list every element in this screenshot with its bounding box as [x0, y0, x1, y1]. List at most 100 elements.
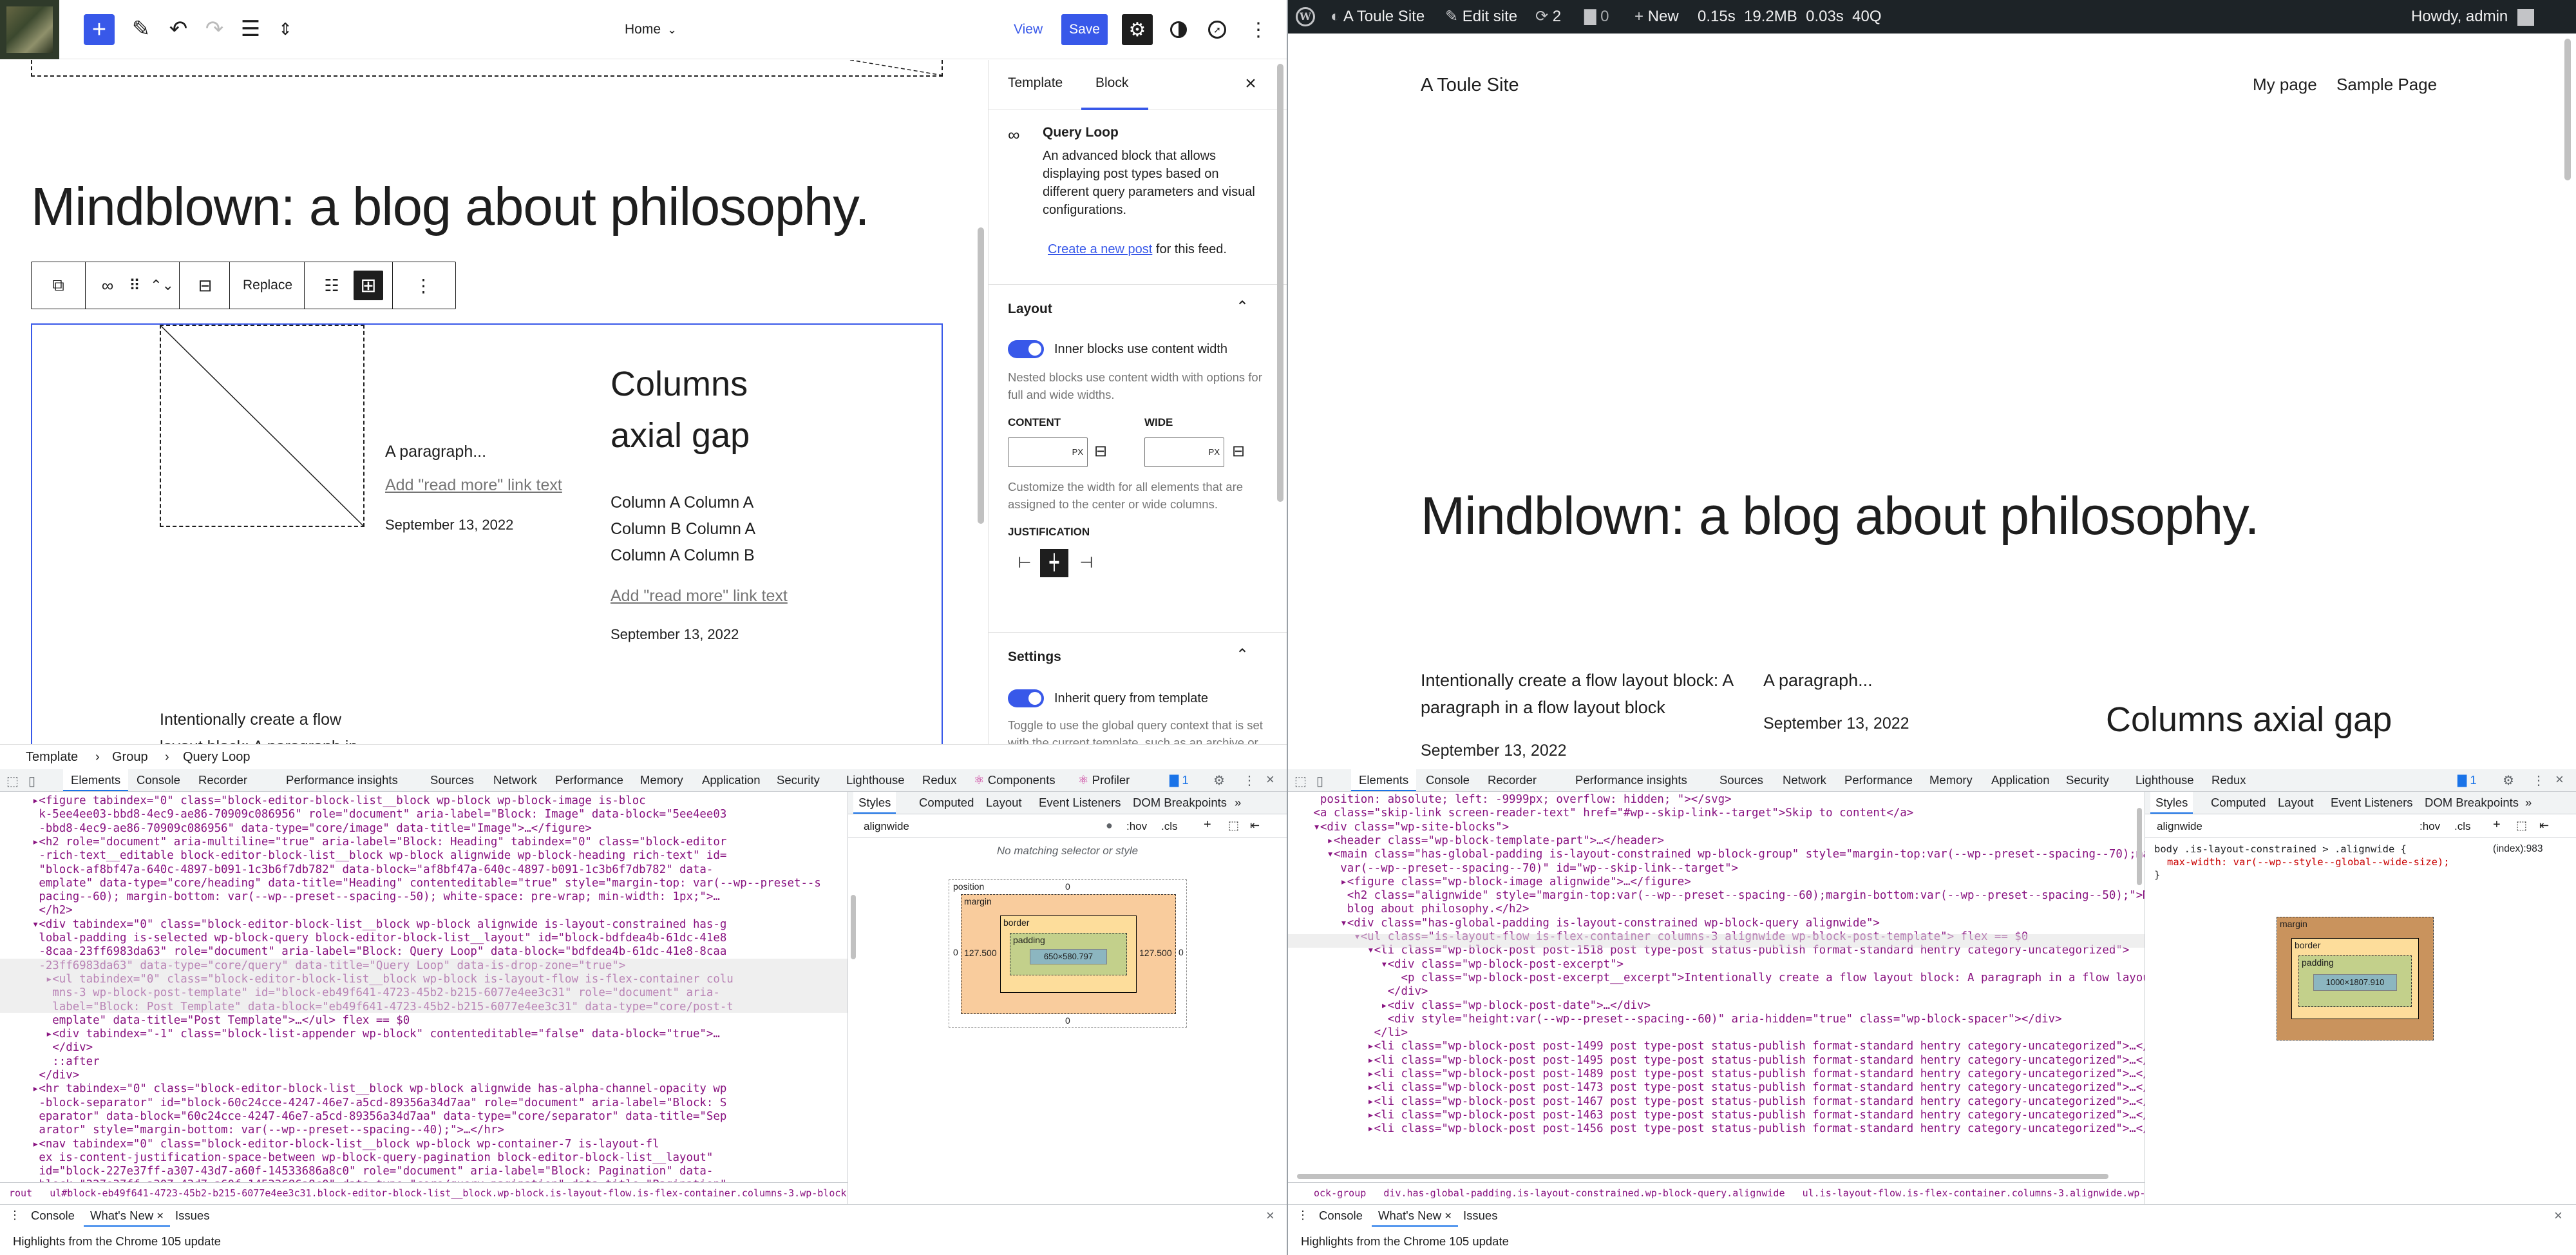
devtools-close-icon[interactable]: × — [1266, 771, 1274, 788]
devtools-tab-sources[interactable]: Sources — [1719, 769, 1763, 791]
devtools-more-icon[interactable]: ⋮ — [2532, 772, 2545, 789]
dom-node-line[interactable]: ▸<h2 role="document" aria-multiline="tru… — [5, 836, 726, 849]
view-button[interactable]: View — [1014, 19, 1043, 40]
toggle-element-state-icon[interactable]: ⬚ — [2516, 819, 2527, 832]
dom-node-line[interactable]: arator" style="margin-bottom: var(--wp--… — [5, 1124, 504, 1137]
new-rule-icon[interactable]: + — [2493, 818, 2501, 832]
post1-read-more[interactable]: Add "read more" link text — [385, 472, 562, 499]
styles-scrollbar[interactable] — [851, 895, 856, 959]
issues-badge[interactable]: ▇ 1 — [2458, 769, 2477, 791]
dom-node-line[interactable]: ▸<li class="wp-block-post post-1489 post… — [1293, 1068, 2145, 1081]
dom-node-line[interactable]: "block-af8bf47a-640c-4897-b091-1c3b6f7db… — [5, 863, 713, 877]
frontend-post2-date[interactable]: September 13, 2022 — [1763, 710, 1909, 737]
styles-filter-input[interactable]: alignwide — [864, 820, 909, 833]
dom-hscrollbar[interactable] — [1297, 1174, 2108, 1179]
styles-contrast-icon[interactable] — [1163, 14, 1194, 45]
inherit-query-toggle[interactable] — [1008, 689, 1044, 707]
dom-node-line[interactable]: emplate" data-type="core/heading" data-t… — [5, 877, 821, 890]
admin-bar-new[interactable]: + New — [1634, 0, 1679, 34]
styles-tab-dom-breakpoints[interactable]: DOM Breakpoints — [2425, 792, 2519, 814]
close-icon[interactable]: × — [1236, 69, 1265, 99]
devtools-tab-network[interactable]: Network — [493, 769, 537, 791]
post2-heading-line1[interactable]: Columns — [611, 358, 748, 410]
styles-tab-styles[interactable]: Styles — [853, 792, 896, 814]
dom-node-line[interactable]: ▸<figure class="wp-block-image alignwide… — [1293, 876, 1690, 889]
drawer-menu-icon[interactable]: ⋮ — [9, 1209, 21, 1222]
css-rule-selector[interactable]: body .is-layout-constrained > .alignwide… — [2154, 843, 2407, 855]
devtools-tab-recorder[interactable]: Recorder — [198, 769, 247, 791]
block-more-options-icon[interactable]: ⋮ — [392, 262, 454, 309]
new-rule-icon[interactable]: + — [1204, 818, 1211, 832]
dom-node-line[interactable]: ▾<main class="has-global-padding is-layo… — [1293, 848, 2145, 861]
redo-icon[interactable]: ↷ — [200, 14, 229, 44]
more-tabs-icon[interactable]: » — [1235, 792, 1241, 814]
add-block-button[interactable]: + — [84, 14, 115, 45]
styles-tab-computed[interactable]: Computed — [919, 792, 974, 814]
admin-bar-site[interactable]: ◐ A Toule Site — [1331, 0, 1425, 34]
move-up-down-icon[interactable]: ⌃⌄ — [145, 262, 180, 309]
devtools-tab-elements[interactable]: Elements — [63, 769, 129, 791]
devtools-tab-redux[interactable]: Redux — [2211, 769, 2246, 791]
computed-sidebar-icon[interactable]: ⇤ — [1250, 819, 1260, 832]
dom-node-line[interactable]: pacing--60); margin-bottom: var(--wp--pr… — [5, 890, 719, 904]
admin-bar-comments[interactable]: ▇ 0 — [1584, 0, 1609, 34]
dom-node-line[interactable]: </div> — [1293, 985, 1428, 999]
styles-tab-layout[interactable]: Layout — [2278, 792, 2314, 814]
device-toolbar-icon[interactable]: ▯ — [1316, 773, 1323, 789]
dom-node-line[interactable]: k-5ee4ee03-bbd8-4ec9-ae86-70909c086956" … — [5, 808, 726, 821]
dom-node-line[interactable]: ▸<li class="wp-block-post post-1463 post… — [1293, 1109, 2145, 1122]
styles-tab-event-listeners[interactable]: Event Listeners — [1039, 792, 1121, 814]
devtools-tab-lighthouse[interactable]: Lighthouse — [2136, 769, 2194, 791]
dom-node-line[interactable]: lobal-padding is-selected wp-block-query… — [5, 932, 726, 945]
post2-col-line-3[interactable]: Column A Column B — [611, 542, 755, 569]
dom-node-line[interactable]: <a class="skip-link screen-reader-text" … — [1293, 807, 1913, 820]
devtools-tab-console[interactable]: Console — [137, 769, 180, 791]
dom-node-line[interactable]: </li> — [1293, 1026, 1408, 1040]
dom-node-line[interactable]: <p class="wp-block-post-excerpt__excerpt… — [1293, 972, 2145, 985]
devtools-tab-application[interactable]: Application — [702, 769, 761, 791]
dom-node-line[interactable]: ▸<li class="wp-block-post post-1467 post… — [1293, 1095, 2145, 1109]
devtools-tab-perf-insights[interactable]: Performance insights — [286, 769, 398, 791]
content-width-toggle[interactable] — [1008, 340, 1044, 358]
devtools-settings-icon[interactable]: ⚙ — [1213, 772, 1225, 789]
dom-node-line[interactable]: </div> — [5, 1041, 93, 1055]
canvas-scrollbar[interactable] — [978, 227, 984, 524]
cls-button[interactable]: .cls — [2454, 820, 2471, 833]
dom-tree[interactable]: position: absolute; left: -9999px; overf… — [1288, 792, 2145, 1178]
devtools-more-icon[interactable]: ⋮ — [1243, 772, 1256, 789]
compass-icon[interactable]: ➚ — [1202, 14, 1233, 45]
dom-node-line[interactable]: </div> — [5, 1069, 79, 1082]
dom-node-line[interactable]: <div style="height:var(--wp--preset--spa… — [1293, 1013, 2062, 1026]
dom-node-line[interactable]: ▾<div class="wp-site-blocks"> — [1293, 821, 1509, 834]
devtools-tab-recorder[interactable]: Recorder — [1488, 769, 1537, 791]
dom-node-line[interactable]: ▸<nav tabindex="0" class="block-editor-b… — [5, 1138, 659, 1151]
dom-node-line[interactable]: ▸<li class="wp-block-post post-1473 post… — [1293, 1081, 2145, 1095]
page-heading[interactable]: Mindblown: a blog about philosophy. — [31, 176, 870, 238]
nav-sample-page[interactable]: Sample Page — [2336, 75, 2437, 95]
dom-breadcrumb-text[interactable]: rout ul#block-eb49f641-4723-45b2-b215-60… — [9, 1187, 848, 1199]
wide-align-icon[interactable]: ⊟ — [1232, 442, 1245, 461]
dom-node-line[interactable]: </h2> — [5, 904, 72, 917]
post2-read-more[interactable]: Add "read more" link text — [611, 582, 788, 609]
create-post-link[interactable]: Create a new post — [1048, 242, 1152, 256]
devtools-tab-network[interactable]: Network — [1783, 769, 1826, 791]
dom-node-line[interactable]: emplate" data-title="Post Template">…</u… — [5, 1014, 410, 1028]
chevron-up-icon[interactable]: ⌃ — [1236, 298, 1249, 316]
cls-button[interactable]: .cls — [1161, 820, 1178, 833]
chevron-up-icon[interactable]: ⌃ — [1236, 646, 1249, 664]
inspect-element-icon[interactable]: ⬚ — [6, 773, 19, 789]
wordpress-logo-icon[interactable]: W — [1292, 0, 1319, 34]
dom-node-line[interactable]: ▾<div tabindex="0" class="block-editor-b… — [5, 918, 726, 932]
devtools-tab-redux[interactable]: Redux — [922, 769, 956, 791]
dom-node-line[interactable]: ▸<hr tabindex="0" class="block-editor-bl… — [5, 1082, 726, 1096]
inspect-element-icon[interactable]: ⬚ — [1294, 773, 1307, 789]
dom-node-line[interactable]: -block-separator" id="block-60c24cce-424… — [5, 1097, 726, 1110]
frontend-post1-date[interactable]: September 13, 2022 — [1421, 737, 1567, 764]
dom-node-line[interactable]: -rich-text__editable block-editor-block-… — [5, 849, 726, 863]
device-toolbar-icon[interactable]: ▯ — [28, 773, 35, 789]
css-rule-declaration[interactable]: max-width: var(--wp--style--global--wide… — [2167, 856, 2450, 868]
dom-node-line[interactable]: <h2 class="alignwide" style="margin-top:… — [1293, 889, 2145, 903]
devtools-tab-lighthouse[interactable]: Lighthouse — [846, 769, 905, 791]
drawer-tab-issues[interactable]: Issues — [175, 1205, 209, 1227]
frontend-scrollbar[interactable] — [2564, 39, 2571, 180]
